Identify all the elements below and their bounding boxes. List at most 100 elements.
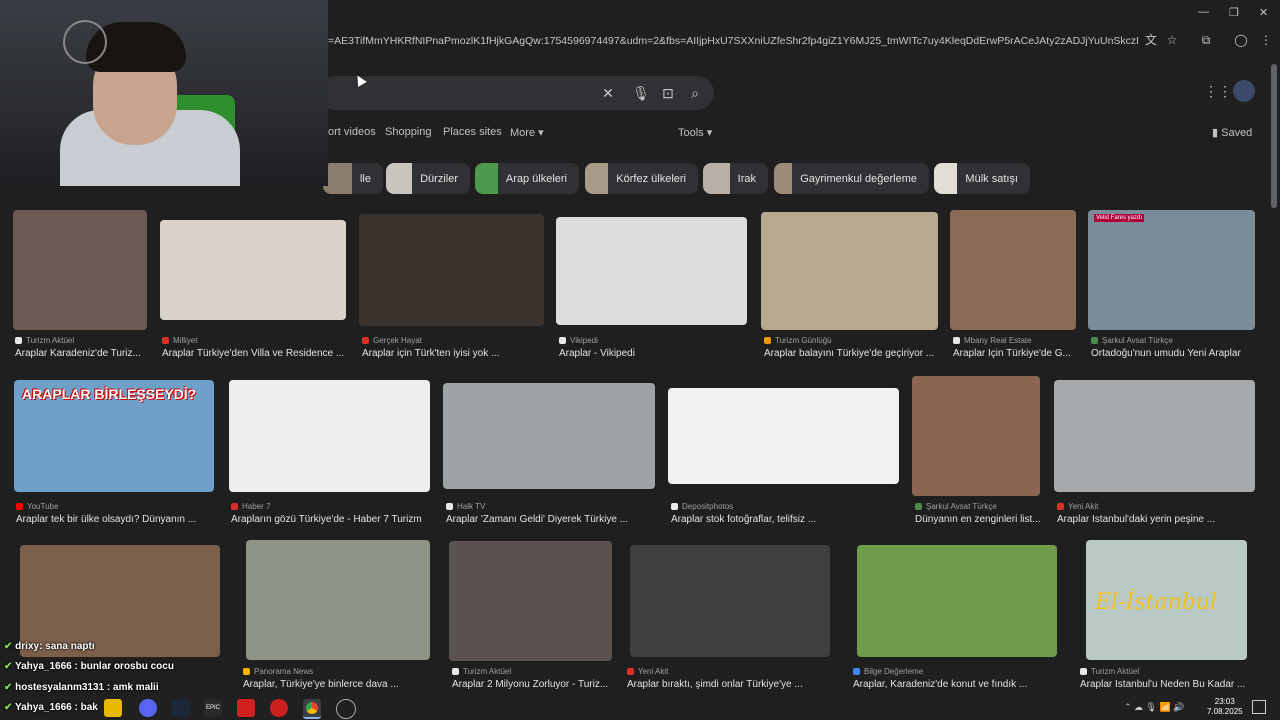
result-source[interactable]: Turizm Günlüğü	[764, 336, 832, 345]
result-source[interactable]: Vikipedi	[559, 336, 598, 345]
result-caption[interactable]: Araplar tek bir ülke olsaydı? Dünyanın .…	[16, 514, 196, 525]
result-image[interactable]	[556, 217, 747, 325]
chat-message: ✔ hostesyalanm3131 : amk malii	[4, 682, 159, 693]
result-source[interactable]: YouTube	[16, 502, 58, 511]
discord-icon[interactable]	[139, 699, 157, 717]
result-caption[interactable]: Araplar stok fotoğraflar, telifsiz ...	[671, 514, 816, 525]
result-image[interactable]	[1054, 380, 1255, 492]
result-caption[interactable]: Araplar İçin Türkiye'de G...	[953, 348, 1071, 359]
result-source[interactable]: Turizm Aktüel	[15, 336, 74, 345]
chip-mulk-satisi[interactable]: Mülk satışı	[934, 163, 1030, 194]
chip-korfez-ulkeleri[interactable]: Körfez ülkeleri	[585, 163, 698, 194]
result-image[interactable]	[1088, 210, 1255, 330]
chrome-icon[interactable]	[303, 699, 321, 719]
saved-button[interactable]: ▮ Saved	[1212, 126, 1252, 139]
chip-label: Körfez ülkeleri	[616, 172, 686, 185]
result-caption[interactable]: Ortadoğu'nun umudu Yeni Araplar	[1091, 348, 1241, 359]
result-image[interactable]	[160, 220, 346, 320]
result-source[interactable]: Mbany Real Estate	[953, 336, 1032, 345]
result-source[interactable]: Turizm Aktüel	[1080, 667, 1139, 676]
search-input[interactable]	[318, 76, 714, 110]
chip-lle[interactable]: lle	[323, 163, 383, 194]
result-caption[interactable]: Araplar bıraktı, şimdi onlar Türkiye'ye …	[627, 679, 803, 690]
result-source[interactable]: Turizm Aktüel	[452, 667, 511, 676]
tray-icons[interactable]: ⌃ ☁ 🎙 📶 🔊	[1124, 702, 1184, 713]
result-image[interactable]	[443, 383, 655, 489]
result-source[interactable]: Gerçek Hayat	[362, 336, 422, 345]
result-source[interactable]: Yeni Akit	[1057, 502, 1098, 511]
result-caption[interactable]: Araplar 'Zamanı Geldi' Diyerek Türkiye .…	[446, 514, 628, 525]
result-image[interactable]	[912, 376, 1040, 496]
result-source[interactable]: Depositphotos	[671, 502, 733, 511]
result-source-label: Bilge Değerleme	[864, 667, 924, 676]
result-image[interactable]	[359, 214, 544, 326]
clock[interactable]: 23:03 7.08.2025	[1207, 697, 1243, 717]
chip-irak[interactable]: Irak	[703, 163, 768, 194]
result-caption[interactable]: Arapların gözü Türkiye'de - Haber 7 Turi…	[231, 514, 422, 525]
tab-places-sites[interactable]: Places sites	[443, 126, 502, 138]
chip-durziler[interactable]: Dürziler	[386, 163, 470, 194]
file-explorer-icon[interactable]	[104, 699, 122, 717]
result-caption[interactable]: Dünyanın en zenginleri list...	[915, 514, 1041, 525]
tab-more[interactable]: More ▾	[510, 126, 544, 139]
restore-icon[interactable]: ❐	[1229, 6, 1239, 19]
result-image[interactable]	[13, 210, 147, 330]
tab-shopping[interactable]: Shopping	[385, 126, 432, 138]
result-source[interactable]: Haber 7	[231, 502, 270, 511]
result-source[interactable]: Bilge Değerleme	[853, 667, 923, 676]
translate-icon[interactable]: 文	[1143, 32, 1159, 48]
profile-icon[interactable]: ◯	[1233, 32, 1249, 48]
steam-icon[interactable]	[172, 699, 190, 717]
result-caption[interactable]: Araplar Türkiye'den Villa ve Residence .…	[162, 348, 344, 359]
chip-gayrimenkul-degerleme[interactable]: Gayrimenkul değerleme	[774, 163, 929, 194]
result-image[interactable]	[668, 388, 899, 484]
result-caption[interactable]: Araplar 2 Milyonu Zorluyor - Turiz...	[452, 679, 608, 690]
map-image-title: ARAPLAR BİRLEŞSEYDİ?	[22, 386, 197, 402]
chip-arap-ulkeleri[interactable]: Arap ülkeleri	[475, 163, 579, 194]
tools-button[interactable]: Tools ▾	[678, 126, 712, 139]
result-image[interactable]	[950, 210, 1076, 330]
app-red-icon[interactable]	[237, 699, 255, 717]
result-image[interactable]	[229, 380, 430, 492]
result-image[interactable]	[630, 545, 830, 657]
result-image[interactable]	[246, 540, 430, 660]
result-source[interactable]: Şarkul Avsat Türkçe	[915, 502, 997, 511]
bookmark-star-icon[interactable]: ☆	[1164, 32, 1180, 48]
result-source[interactable]: Şarkul Avsat Türkçe	[1091, 336, 1173, 345]
result-image[interactable]	[761, 212, 938, 330]
result-caption[interactable]: Araplar, Türkiye'ye binlerce dava ...	[243, 679, 399, 690]
voice-search-icon[interactable]: 🎙	[632, 84, 650, 102]
obs-icon[interactable]	[336, 699, 356, 719]
result-caption[interactable]: Araplar İstanbul'daki yerin peşine ...	[1057, 514, 1215, 525]
menu-icon[interactable]: ⋮	[1258, 32, 1274, 48]
result-caption[interactable]: Araplar, Karadeniz'de konut ve fındık ..…	[853, 679, 1027, 690]
result-caption[interactable]: Araplar balayını Türkiye'de geçiriyor ..…	[764, 348, 934, 359]
scrollbar[interactable]	[1271, 64, 1277, 208]
opera-icon[interactable]	[270, 699, 288, 717]
result-source[interactable]: Yeni Akit	[627, 667, 668, 676]
result-image[interactable]	[857, 545, 1057, 657]
address-bar[interactable]: =AE3TifMmYHKRfNIPnaPmozlK1fHjkGAgQw:1754…	[328, 35, 1138, 47]
wall-logo	[63, 20, 107, 64]
search-icon[interactable]: ⌕	[686, 84, 704, 102]
result-caption[interactable]: Araplar Karadeniz'de Turiz...	[15, 348, 141, 359]
result-source-label: Yeni Akit	[638, 667, 669, 676]
epic-games-icon[interactable]: EPIC	[204, 699, 222, 717]
clear-search-icon[interactable]: ✕	[599, 84, 617, 102]
result-caption[interactable]: Araplar için Türk'ten iyisi yok ...	[362, 348, 499, 359]
result-caption[interactable]: Araplar - Vikipedi	[559, 348, 635, 359]
tab-short-videos[interactable]: ort videos	[328, 126, 376, 138]
result-image[interactable]	[449, 541, 612, 661]
apps-grid-icon[interactable]: ⋮⋮	[1204, 83, 1232, 101]
result-source[interactable]: Panorama News	[243, 667, 313, 676]
minimize-icon[interactable]: —	[1198, 6, 1209, 18]
result-source-label: Panorama News	[254, 667, 314, 676]
lens-icon[interactable]: ⊡	[659, 84, 677, 102]
result-source[interactable]: Halk TV	[446, 502, 485, 511]
close-window-icon[interactable]: ✕	[1259, 6, 1268, 19]
extensions-icon[interactable]: ⧉	[1198, 32, 1214, 48]
avatar[interactable]	[1233, 80, 1255, 102]
result-source[interactable]: Milliyet	[162, 336, 197, 345]
notification-icon[interactable]	[1252, 700, 1266, 714]
result-caption[interactable]: Araplar İstanbul'u Neden Bu Kadar ...	[1080, 679, 1245, 690]
